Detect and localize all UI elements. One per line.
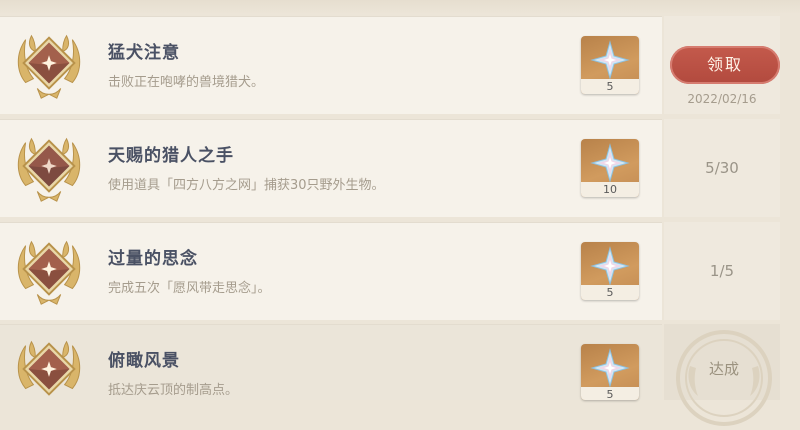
primogem-icon <box>590 348 630 388</box>
medal-icon <box>17 34 81 99</box>
primogem-icon <box>590 246 630 286</box>
achievement-description: 击败正在咆哮的兽境猎犬。 <box>108 75 265 90</box>
reward-count: 10 <box>581 182 639 197</box>
completion-date: 2022/02/16 <box>687 92 757 106</box>
reward-item[interactable]: 5 <box>581 36 639 94</box>
primogem-icon <box>590 143 630 183</box>
completed-label: 达成 <box>708 360 739 378</box>
claim-button[interactable]: 领取 <box>670 46 780 84</box>
achievement-title: 俯瞰风景 <box>108 351 180 371</box>
achievement-row: 过量的思念 完成五次「愿风带走思念」。 5 1/5 <box>0 222 800 320</box>
achievement-card <box>0 16 662 114</box>
achievement-description: 抵达庆云顶的制高点。 <box>108 383 239 398</box>
achievement-row: 天赐的猎人之手 使用道具「四方八方之网」捕获30只野外生物。 10 5/30 <box>0 119 800 217</box>
achievement-description: 使用道具「四方八方之网」捕获30只野外生物。 <box>108 178 385 193</box>
achievement-progress: 5/30 <box>705 159 739 177</box>
achievement-title: 天赐的猎人之手 <box>108 146 234 166</box>
achievement-card <box>0 119 662 217</box>
achievement-list: 猛犬注意 击败正在咆哮的兽境猎犬。 5 领取 2022/02/16 天赐的猎人之… <box>0 0 800 426</box>
medal-icon <box>17 137 81 202</box>
reward-item[interactable]: 10 <box>581 139 639 197</box>
reward-count: 5 <box>581 285 639 300</box>
achievement-progress: 1/5 <box>709 262 735 280</box>
achievement-title: 过量的思念 <box>108 249 198 269</box>
reward-item[interactable]: 5 <box>581 242 639 300</box>
achievement-row: 猛犬注意 击败正在咆哮的兽境猎犬。 5 领取 2022/02/16 <box>0 16 800 114</box>
reward-count: 5 <box>581 387 639 400</box>
medal-icon <box>17 240 81 305</box>
reward-item[interactable]: 5 <box>581 344 639 400</box>
medal-icon <box>17 340 81 396</box>
achievement-card <box>0 324 662 400</box>
reward-count: 5 <box>581 79 639 94</box>
achievement-card <box>0 222 662 320</box>
achievement-title: 猛犬注意 <box>108 43 180 63</box>
achievement-description: 完成五次「愿风带走思念」。 <box>108 281 271 296</box>
primogem-icon <box>590 40 630 80</box>
